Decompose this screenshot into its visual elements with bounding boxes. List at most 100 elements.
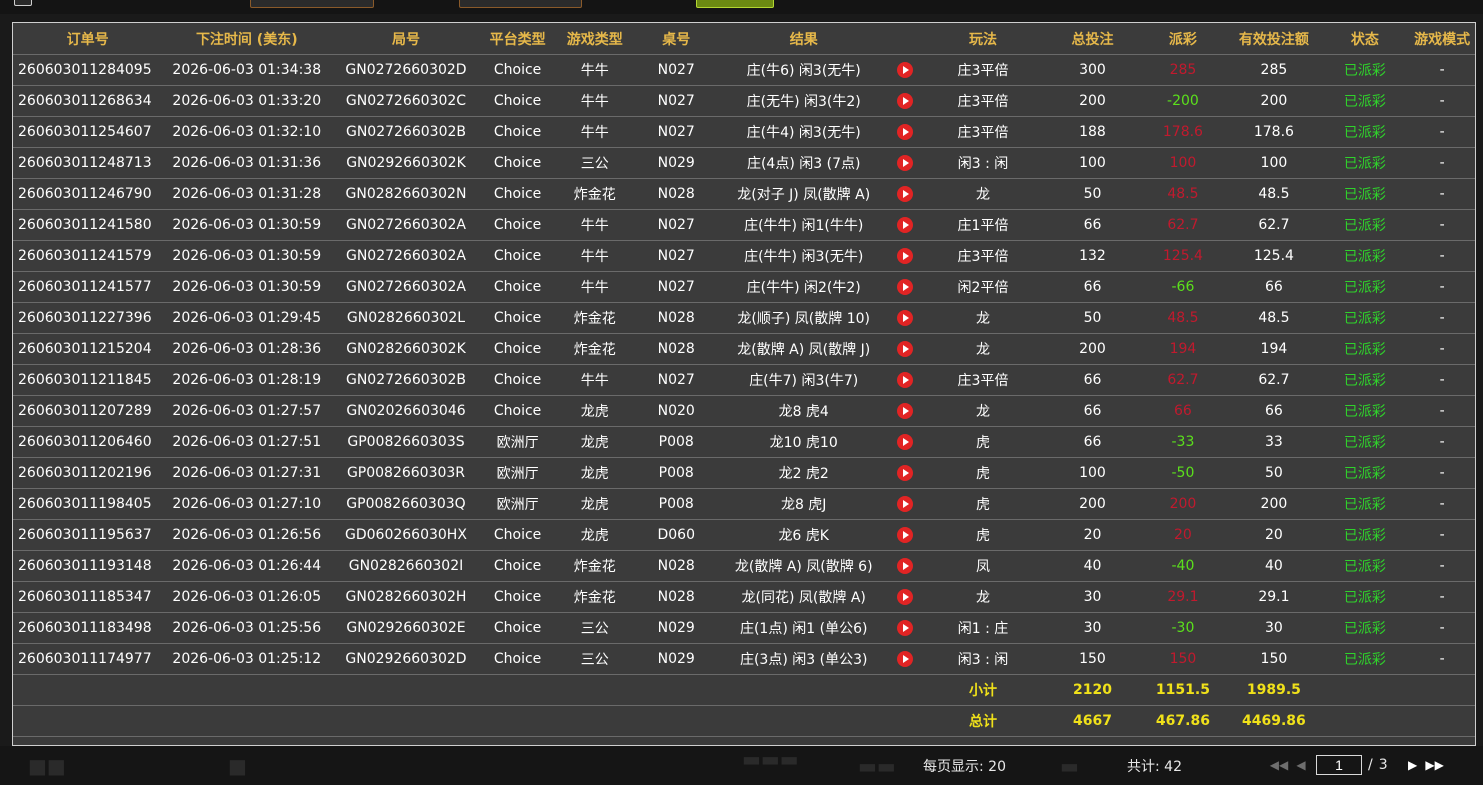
- mode-cell: -: [1409, 643, 1475, 675]
- play-circle-icon[interactable]: [896, 186, 913, 202]
- toolbar-button-2[interactable]: [459, 0, 582, 8]
- time-cell: 2026-06-03 01:27:57: [162, 395, 332, 427]
- order-cell: 260603011202196: [13, 457, 163, 489]
- table-row: 260603011198405 2026-06-03 01:27:10 GP0082…: [13, 488, 1475, 520]
- video-cell: [889, 240, 920, 272]
- background-ghost-2: ■: [228, 754, 247, 778]
- valid-bet-cell: 200: [1227, 488, 1321, 520]
- order-cell: 260603011268634: [13, 85, 163, 117]
- play-cell: 龙: [919, 395, 1047, 427]
- select-checkbox[interactable]: [14, 0, 32, 6]
- bet-cell: 200: [1046, 333, 1139, 365]
- play-cell: 闲1 : 庄: [919, 612, 1047, 644]
- video-cell: [889, 54, 920, 86]
- play-circle-icon[interactable]: [896, 496, 913, 512]
- table-row: 260603011254607 2026-06-03 01:32:10 GN0272…: [13, 116, 1475, 148]
- play-circle-icon[interactable]: [896, 620, 913, 636]
- platform-cell: 欧洲厅: [480, 488, 555, 520]
- platform-cell: Choice: [480, 581, 555, 613]
- result-cell: 龙10 虎10: [717, 426, 890, 458]
- play-circle-icon[interactable]: [896, 372, 913, 388]
- table-no-cell: P008: [635, 488, 718, 520]
- col-header-video: [889, 23, 920, 55]
- status-cell: 已派彩: [1320, 612, 1410, 644]
- mode-cell: -: [1409, 581, 1475, 613]
- play-circle-icon[interactable]: [896, 341, 913, 357]
- play-circle-icon[interactable]: [896, 403, 913, 419]
- bet-cell: 200: [1046, 488, 1139, 520]
- page-size-label: 每页显示: 20: [923, 759, 1006, 775]
- col-header-mode: 游戏模式: [1409, 23, 1475, 55]
- play-cell: 庄1平倍: [919, 209, 1047, 241]
- video-cell: [889, 457, 920, 489]
- toolbar-button-3[interactable]: [696, 0, 774, 8]
- valid-bet-cell: 150: [1227, 643, 1321, 675]
- table-row: 260603011174977 2026-06-03 01:25:12 GN0292…: [13, 643, 1475, 675]
- game-cell: 龙虎: [554, 457, 635, 489]
- result-cell: 庄(牛牛) 闲1(牛牛): [717, 209, 890, 241]
- toolbar-button-1[interactable]: [250, 0, 374, 8]
- game-cell: 牛牛: [554, 271, 635, 303]
- time-cell: 2026-06-03 01:33:20: [162, 85, 332, 117]
- play-cell: 闲3 : 闲: [919, 147, 1047, 179]
- table-no-cell: N027: [635, 85, 718, 117]
- play-circle-icon[interactable]: [896, 124, 913, 140]
- play-circle-icon[interactable]: [896, 310, 913, 326]
- round-cell: GP0082660303S: [331, 426, 481, 458]
- play-circle-icon[interactable]: [896, 93, 913, 109]
- round-cell: GN0272660302A: [331, 240, 481, 272]
- order-cell: 260603011211845: [13, 364, 163, 396]
- table-row: 260603011248713 2026-06-03 01:31:36 GN0292…: [13, 147, 1475, 179]
- table-row: 260603011241580 2026-06-03 01:30:59 GN0272…: [13, 209, 1475, 241]
- table-no-cell: N028: [635, 333, 718, 365]
- status-cell: 已派彩: [1320, 333, 1410, 365]
- table-row: 260603011211845 2026-06-03 01:28:19 GN0272…: [13, 364, 1475, 396]
- round-cell: GN0272660302C: [331, 85, 481, 117]
- status-cell: 已派彩: [1320, 395, 1410, 427]
- play-circle-icon[interactable]: [896, 434, 913, 450]
- play-circle-icon[interactable]: [896, 155, 913, 171]
- first-page-icon[interactable]: ◀◀: [1268, 758, 1290, 772]
- play-circle-icon[interactable]: [896, 651, 913, 667]
- order-cell: 260603011215204: [13, 333, 163, 365]
- play-circle-icon[interactable]: [896, 248, 913, 264]
- last-page-icon[interactable]: ▶▶: [1424, 758, 1446, 772]
- play-circle-icon[interactable]: [896, 279, 913, 295]
- prev-page-icon[interactable]: ◀: [1290, 758, 1312, 772]
- mode-cell: -: [1409, 519, 1475, 551]
- order-cell: 260603011195637: [13, 519, 163, 551]
- col-header-result: 结果: [717, 23, 890, 55]
- play-cell: 庄3平倍: [919, 54, 1047, 86]
- result-cell: 庄(1点) 闲1 (单公6): [717, 612, 890, 644]
- bet-cell: 200: [1046, 85, 1139, 117]
- play-circle-icon[interactable]: [896, 62, 913, 78]
- mode-cell: -: [1409, 271, 1475, 303]
- bet-cell: 66: [1046, 209, 1139, 241]
- valid-bet-cell: 178.6: [1227, 116, 1321, 148]
- play-circle-icon[interactable]: [896, 217, 913, 233]
- play-circle-icon[interactable]: [896, 558, 913, 574]
- total-bet: 4667: [1046, 705, 1139, 737]
- table-row: 260603011185347 2026-06-03 01:26:05 GN0282…: [13, 581, 1475, 613]
- play-circle-icon[interactable]: [896, 527, 913, 543]
- round-cell: GN0292660302D: [331, 643, 481, 675]
- play-circle-icon[interactable]: [896, 465, 913, 481]
- bet-cell: 66: [1046, 426, 1139, 458]
- table-no-cell: N029: [635, 643, 718, 675]
- video-cell: [889, 581, 920, 613]
- result-cell: 庄(牛7) 闲3(牛7): [717, 364, 890, 396]
- next-page-icon[interactable]: ▶: [1402, 758, 1424, 772]
- result-cell: 龙(同花) 凤(散牌 A): [717, 581, 890, 613]
- bet-cell: 188: [1046, 116, 1139, 148]
- payout-cell: 125.4: [1138, 240, 1228, 272]
- mode-cell: -: [1409, 364, 1475, 396]
- result-cell: 龙2 虎2: [717, 457, 890, 489]
- bet-cell: 20: [1046, 519, 1139, 551]
- play-circle-icon[interactable]: [896, 589, 913, 605]
- payout-cell: -66: [1138, 271, 1228, 303]
- status-cell: 已派彩: [1320, 147, 1410, 179]
- game-cell: 牛牛: [554, 364, 635, 396]
- platform-cell: Choice: [480, 519, 555, 551]
- page-number-input[interactable]: [1316, 755, 1362, 775]
- video-cell: [889, 85, 920, 117]
